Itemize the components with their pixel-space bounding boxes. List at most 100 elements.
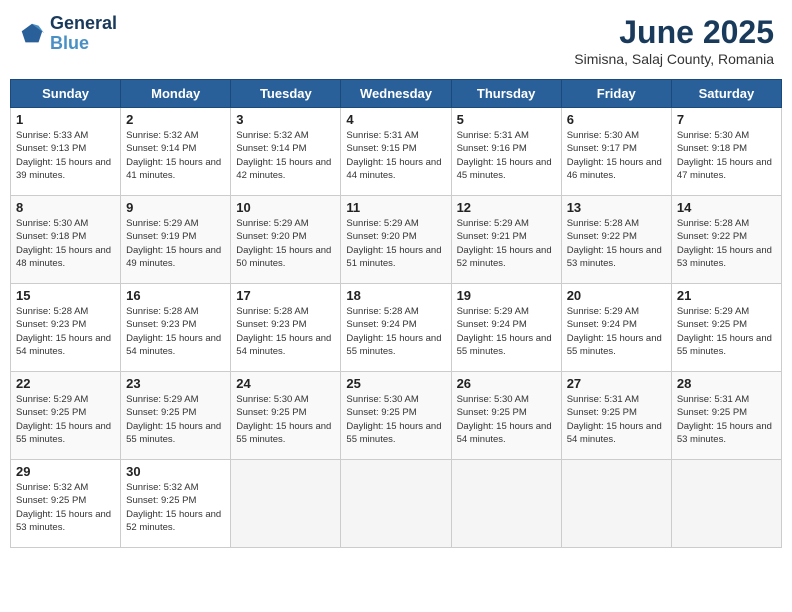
empty-cell — [561, 460, 671, 548]
day-cell-17: 17 Sunrise: 5:28 AMSunset: 9:23 PMDaylig… — [231, 284, 341, 372]
day-info: Sunrise: 5:31 AMSunset: 9:25 PMDaylight:… — [677, 393, 776, 446]
day-info: Sunrise: 5:30 AMSunset: 9:25 PMDaylight:… — [236, 393, 335, 446]
empty-cell — [451, 460, 561, 548]
day-number: 6 — [567, 112, 666, 127]
day-info: Sunrise: 5:32 AMSunset: 9:14 PMDaylight:… — [126, 129, 225, 182]
logo: GeneralBlue — [18, 14, 117, 54]
calendar-row: 29 Sunrise: 5:32 AMSunset: 9:25 PMDaylig… — [11, 460, 782, 548]
day-cell-8: 8 Sunrise: 5:30 AMSunset: 9:18 PMDayligh… — [11, 196, 121, 284]
day-info: Sunrise: 5:30 AMSunset: 9:25 PMDaylight:… — [346, 393, 445, 446]
day-number: 16 — [126, 288, 225, 303]
day-info: Sunrise: 5:29 AMSunset: 9:19 PMDaylight:… — [126, 217, 225, 270]
day-cell-23: 23 Sunrise: 5:29 AMSunset: 9:25 PMDaylig… — [121, 372, 231, 460]
empty-cell — [341, 460, 451, 548]
day-number: 13 — [567, 200, 666, 215]
day-cell-24: 24 Sunrise: 5:30 AMSunset: 9:25 PMDaylig… — [231, 372, 341, 460]
day-cell-1: 1 Sunrise: 5:33 AMSunset: 9:13 PMDayligh… — [11, 108, 121, 196]
col-sunday: Sunday — [11, 80, 121, 108]
day-info: Sunrise: 5:32 AMSunset: 9:25 PMDaylight:… — [16, 481, 115, 534]
day-cell-18: 18 Sunrise: 5:28 AMSunset: 9:24 PMDaylig… — [341, 284, 451, 372]
day-cell-9: 9 Sunrise: 5:29 AMSunset: 9:19 PMDayligh… — [121, 196, 231, 284]
day-info: Sunrise: 5:28 AMSunset: 9:23 PMDaylight:… — [126, 305, 225, 358]
col-thursday: Thursday — [451, 80, 561, 108]
title-block: June 2025 Simisna, Salaj County, Romania — [574, 14, 774, 67]
day-cell-16: 16 Sunrise: 5:28 AMSunset: 9:23 PMDaylig… — [121, 284, 231, 372]
day-number: 10 — [236, 200, 335, 215]
day-number: 3 — [236, 112, 335, 127]
day-info: Sunrise: 5:29 AMSunset: 9:25 PMDaylight:… — [16, 393, 115, 446]
day-info: Sunrise: 5:32 AMSunset: 9:14 PMDaylight:… — [236, 129, 335, 182]
day-cell-29: 29 Sunrise: 5:32 AMSunset: 9:25 PMDaylig… — [11, 460, 121, 548]
day-cell-5: 5 Sunrise: 5:31 AMSunset: 9:16 PMDayligh… — [451, 108, 561, 196]
day-number: 15 — [16, 288, 115, 303]
day-cell-25: 25 Sunrise: 5:30 AMSunset: 9:25 PMDaylig… — [341, 372, 451, 460]
day-info: Sunrise: 5:28 AMSunset: 9:23 PMDaylight:… — [236, 305, 335, 358]
page-header: GeneralBlue June 2025 Simisna, Salaj Cou… — [10, 10, 782, 71]
day-info: Sunrise: 5:29 AMSunset: 9:24 PMDaylight:… — [567, 305, 666, 358]
day-number: 30 — [126, 464, 225, 479]
day-number: 2 — [126, 112, 225, 127]
day-cell-15: 15 Sunrise: 5:28 AMSunset: 9:23 PMDaylig… — [11, 284, 121, 372]
day-number: 8 — [16, 200, 115, 215]
day-number: 11 — [346, 200, 445, 215]
month-title: June 2025 — [574, 14, 774, 51]
day-info: Sunrise: 5:29 AMSunset: 9:20 PMDaylight:… — [236, 217, 335, 270]
day-number: 25 — [346, 376, 445, 391]
location: Simisna, Salaj County, Romania — [574, 51, 774, 67]
day-info: Sunrise: 5:31 AMSunset: 9:15 PMDaylight:… — [346, 129, 445, 182]
empty-cell — [231, 460, 341, 548]
day-number: 18 — [346, 288, 445, 303]
day-info: Sunrise: 5:30 AMSunset: 9:18 PMDaylight:… — [16, 217, 115, 270]
day-cell-19: 19 Sunrise: 5:29 AMSunset: 9:24 PMDaylig… — [451, 284, 561, 372]
calendar-row: 22 Sunrise: 5:29 AMSunset: 9:25 PMDaylig… — [11, 372, 782, 460]
day-info: Sunrise: 5:29 AMSunset: 9:20 PMDaylight:… — [346, 217, 445, 270]
day-number: 1 — [16, 112, 115, 127]
day-number: 21 — [677, 288, 776, 303]
col-monday: Monday — [121, 80, 231, 108]
day-info: Sunrise: 5:29 AMSunset: 9:24 PMDaylight:… — [457, 305, 556, 358]
day-cell-27: 27 Sunrise: 5:31 AMSunset: 9:25 PMDaylig… — [561, 372, 671, 460]
day-number: 23 — [126, 376, 225, 391]
logo-icon — [18, 20, 46, 48]
day-number: 14 — [677, 200, 776, 215]
day-number: 22 — [16, 376, 115, 391]
day-number: 5 — [457, 112, 556, 127]
day-cell-11: 11 Sunrise: 5:29 AMSunset: 9:20 PMDaylig… — [341, 196, 451, 284]
day-cell-3: 3 Sunrise: 5:32 AMSunset: 9:14 PMDayligh… — [231, 108, 341, 196]
day-number: 28 — [677, 376, 776, 391]
day-cell-14: 14 Sunrise: 5:28 AMSunset: 9:22 PMDaylig… — [671, 196, 781, 284]
day-cell-4: 4 Sunrise: 5:31 AMSunset: 9:15 PMDayligh… — [341, 108, 451, 196]
day-info: Sunrise: 5:33 AMSunset: 9:13 PMDaylight:… — [16, 129, 115, 182]
day-info: Sunrise: 5:30 AMSunset: 9:18 PMDaylight:… — [677, 129, 776, 182]
day-cell-30: 30 Sunrise: 5:32 AMSunset: 9:25 PMDaylig… — [121, 460, 231, 548]
col-tuesday: Tuesday — [231, 80, 341, 108]
day-number: 4 — [346, 112, 445, 127]
day-info: Sunrise: 5:32 AMSunset: 9:25 PMDaylight:… — [126, 481, 225, 534]
day-cell-12: 12 Sunrise: 5:29 AMSunset: 9:21 PMDaylig… — [451, 196, 561, 284]
logo-text: GeneralBlue — [50, 14, 117, 54]
calendar-row: 1 Sunrise: 5:33 AMSunset: 9:13 PMDayligh… — [11, 108, 782, 196]
day-number: 9 — [126, 200, 225, 215]
day-number: 24 — [236, 376, 335, 391]
col-friday: Friday — [561, 80, 671, 108]
weekday-header-row: Sunday Monday Tuesday Wednesday Thursday… — [11, 80, 782, 108]
col-saturday: Saturday — [671, 80, 781, 108]
day-number: 26 — [457, 376, 556, 391]
day-number: 17 — [236, 288, 335, 303]
col-wednesday: Wednesday — [341, 80, 451, 108]
day-cell-22: 22 Sunrise: 5:29 AMSunset: 9:25 PMDaylig… — [11, 372, 121, 460]
day-info: Sunrise: 5:28 AMSunset: 9:22 PMDaylight:… — [567, 217, 666, 270]
calendar-row: 15 Sunrise: 5:28 AMSunset: 9:23 PMDaylig… — [11, 284, 782, 372]
day-info: Sunrise: 5:31 AMSunset: 9:25 PMDaylight:… — [567, 393, 666, 446]
day-cell-13: 13 Sunrise: 5:28 AMSunset: 9:22 PMDaylig… — [561, 196, 671, 284]
day-cell-21: 21 Sunrise: 5:29 AMSunset: 9:25 PMDaylig… — [671, 284, 781, 372]
empty-cell — [671, 460, 781, 548]
day-info: Sunrise: 5:30 AMSunset: 9:17 PMDaylight:… — [567, 129, 666, 182]
day-info: Sunrise: 5:28 AMSunset: 9:22 PMDaylight:… — [677, 217, 776, 270]
day-cell-7: 7 Sunrise: 5:30 AMSunset: 9:18 PMDayligh… — [671, 108, 781, 196]
day-info: Sunrise: 5:29 AMSunset: 9:25 PMDaylight:… — [677, 305, 776, 358]
day-number: 7 — [677, 112, 776, 127]
calendar-row: 8 Sunrise: 5:30 AMSunset: 9:18 PMDayligh… — [11, 196, 782, 284]
day-cell-2: 2 Sunrise: 5:32 AMSunset: 9:14 PMDayligh… — [121, 108, 231, 196]
day-info: Sunrise: 5:31 AMSunset: 9:16 PMDaylight:… — [457, 129, 556, 182]
